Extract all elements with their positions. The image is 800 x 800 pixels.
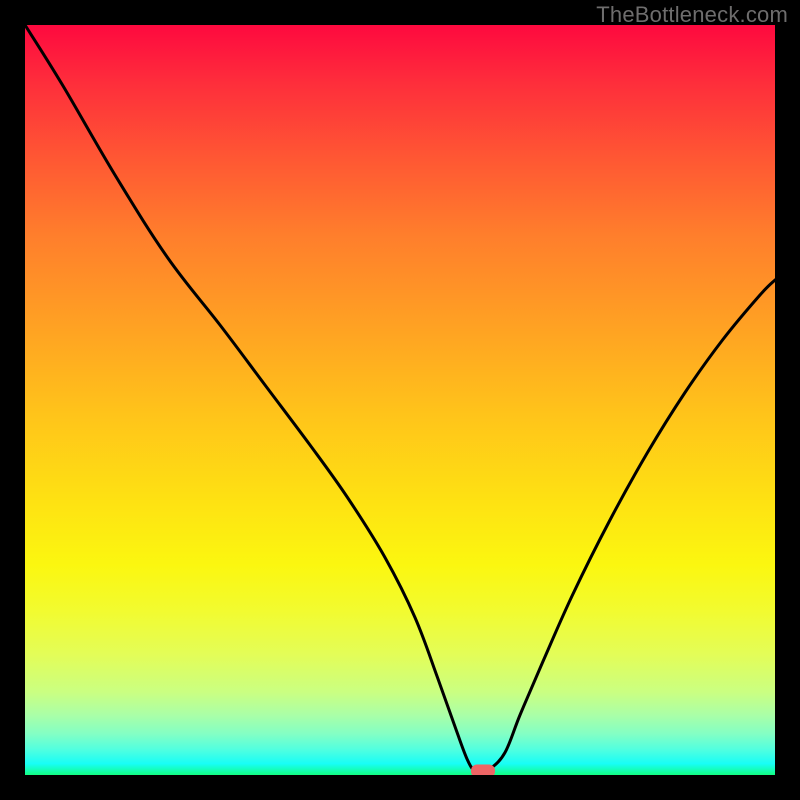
- watermark-text: TheBottleneck.com: [596, 2, 788, 28]
- bottleneck-curve: [25, 25, 775, 775]
- chart-container: TheBottleneck.com: [0, 0, 800, 800]
- optimal-point-marker: [471, 765, 495, 775]
- plot-area: [25, 25, 775, 775]
